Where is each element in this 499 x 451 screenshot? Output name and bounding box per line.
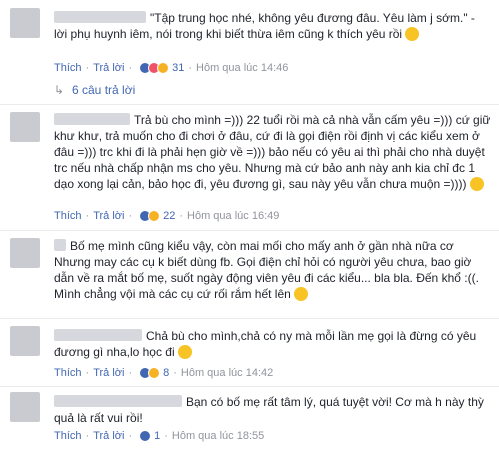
comment-3: Bố mẹ mình cũng kiểu vậy, còn mai mối ch… [0,234,499,316]
smiley-emoji-icon [294,287,309,301]
commenter-name[interactable] [54,395,182,407]
haha-reaction-icon [157,62,170,74]
divider [0,230,499,231]
commenter-name[interactable] [54,113,130,125]
comment-actions: Thích · Trả lời · 31 · Hôm qua lúc 14:46 [54,62,288,74]
comment-actions: Thích · Trả lời · 22 · Hôm qua lúc 16:49 [54,210,279,222]
reaction-count: 22 [163,210,176,222]
comment-actions: Thích · Trả lời · 1 · Hôm qua lúc 18:55 [54,430,264,442]
timestamp[interactable]: Hôm qua lúc 18:55 [172,430,264,442]
replies-count: 6 câu trả lời [72,83,136,97]
commenter-name[interactable] [54,329,142,341]
separator: · [128,367,133,379]
separator: · [128,210,133,222]
avatar[interactable] [10,392,40,422]
avatar[interactable] [10,326,40,356]
comment-body: Bố mẹ mình cũng kiểu vậy, còn mai mối ch… [54,239,479,301]
smiley-emoji-icon [405,27,420,41]
comment-text: Bố mẹ mình cũng kiểu vậy, còn mai mối ch… [54,238,491,302]
separator: · [164,430,168,442]
comment-text: "Tập trung học nhé, không yêu đương đâu.… [54,10,491,42]
like-button[interactable]: Thích [54,430,82,442]
timestamp[interactable]: Hôm qua lúc 16:49 [187,210,279,222]
separator: · [85,430,90,442]
commenter-name[interactable] [54,239,66,251]
divider [0,386,499,387]
reply-button[interactable]: Trả lời [93,210,124,222]
avatar[interactable] [10,238,40,268]
comment-text: Chả bù cho mình,chả có ny mà mỗi lần mẹ … [54,328,491,360]
comment-text: Trả bù cho mình =))) 22 tuổi rồi mà cả n… [54,112,491,192]
reaction-count: 1 [154,430,161,442]
like-button[interactable]: Thích [54,62,82,74]
smiley-emoji-icon [469,177,484,191]
reply-button[interactable]: Trả lời [93,367,124,379]
reactions[interactable]: 31 [139,62,184,74]
separator: · [188,62,193,74]
like-button[interactable]: Thích [54,210,82,222]
comment-1: "Tập trung học nhé, không yêu đương đâu.… [0,0,499,103]
separator: · [128,430,133,442]
reactions[interactable]: 22 [139,210,175,222]
comment-actions: Thích · Trả lời · 8 · Hôm qua lúc 14:42 [54,367,273,379]
comment-5: Bạn có bố mẹ rất tâm lý, quá tuyệt vời! … [0,390,499,451]
comment-2: Trả bù cho mình =))) 22 tuổi rồi mà cả n… [0,106,499,230]
separator: · [85,210,90,222]
separator: · [179,210,184,222]
avatar[interactable] [10,112,40,142]
commenter-name[interactable] [54,11,146,23]
timestamp[interactable]: Hôm qua lúc 14:46 [196,62,288,74]
reply-button[interactable]: Trả lời [93,430,124,442]
like-reaction-icon [139,430,152,442]
reply-button[interactable]: Trả lời [93,62,124,74]
like-button[interactable]: Thích [54,367,82,379]
comment-text: Bạn có bố mẹ rất tâm lý, quá tuyệt vời! … [54,394,491,426]
reply-arrow-icon: ↳ [54,83,65,97]
haha-reaction-icon [148,210,161,222]
avatar[interactable] [10,8,40,38]
separator: · [85,62,90,74]
separator: · [173,367,177,379]
comment-4: Chả bù cho mình,chả có ny mà mỗi lần mẹ … [0,322,499,382]
reaction-count: 8 [163,367,170,379]
timestamp[interactable]: Hôm qua lúc 14:42 [181,367,273,379]
reactions[interactable]: 8 [139,367,169,379]
separator: · [128,62,133,74]
reactions[interactable]: 1 [139,430,160,442]
smiley-emoji-icon [178,345,192,359]
divider [0,318,499,319]
haha-reaction-icon [148,367,161,379]
reaction-count: 31 [172,62,185,74]
view-replies-link[interactable]: ↳ 6 câu trả lời [54,83,135,97]
divider [0,104,499,105]
separator: · [85,367,90,379]
